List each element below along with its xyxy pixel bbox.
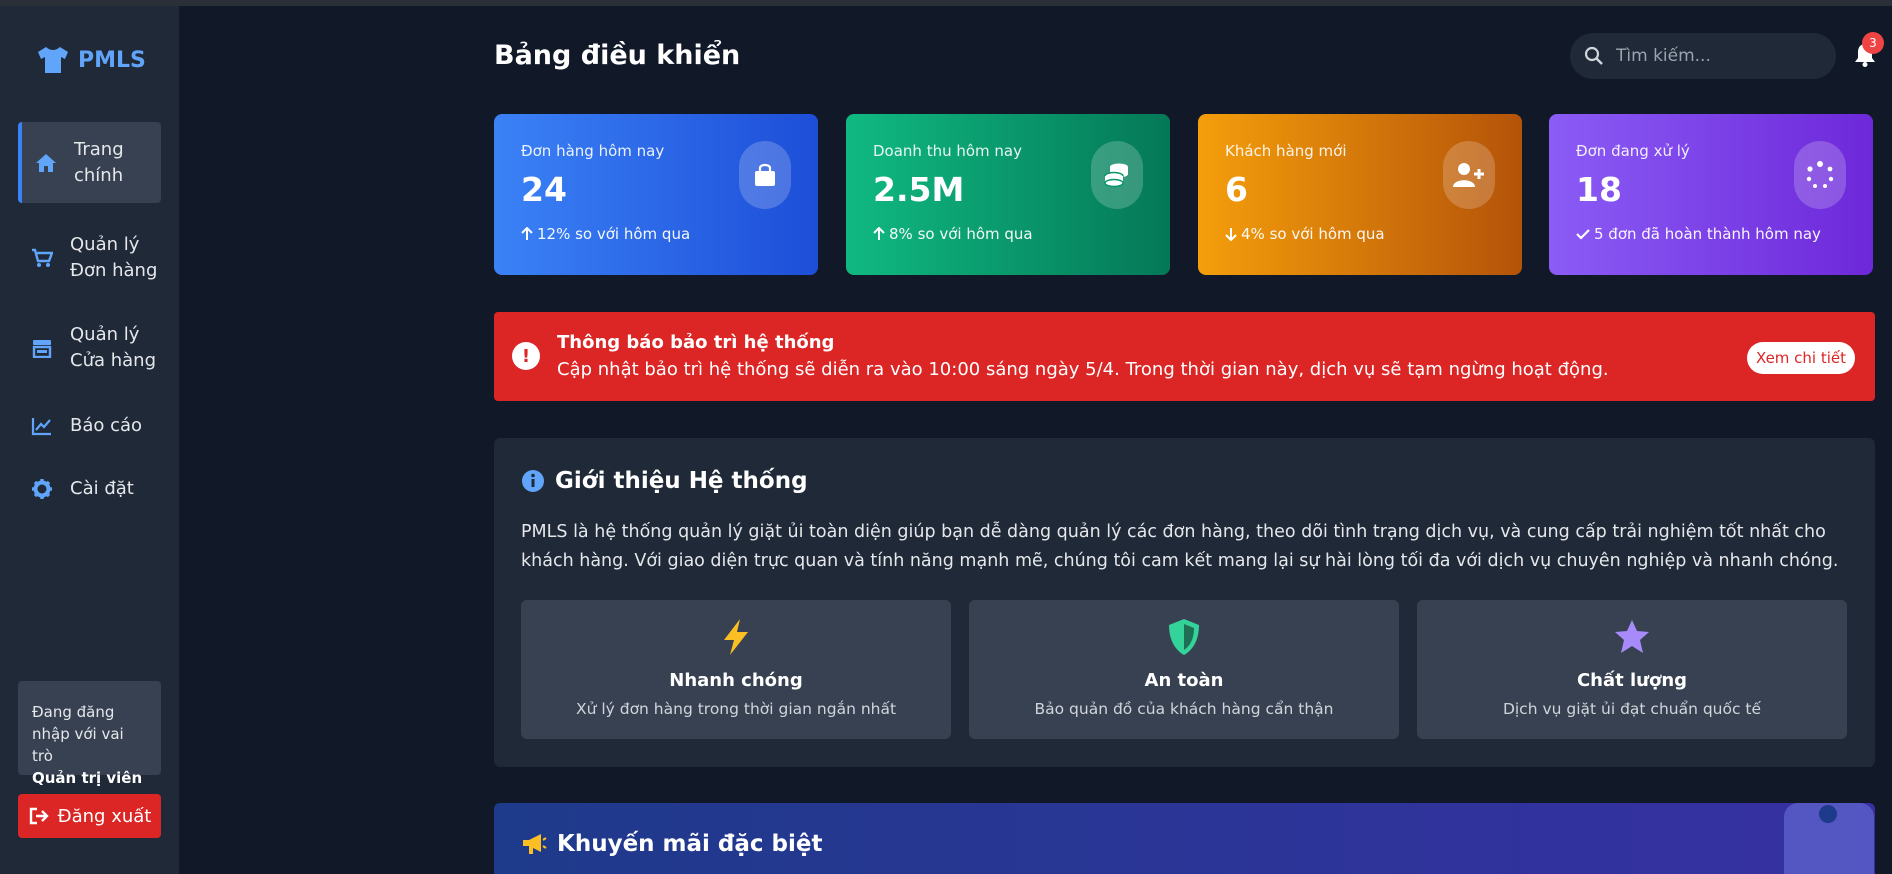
stat-card-new-customers[interactable]: Khách hàng mới 6 4% so với hôm qua [1198,114,1522,275]
stat-change: 8% so với hôm qua [873,225,1170,243]
app-logo[interactable]: PMLS [36,46,146,74]
info-circle-icon [522,470,544,492]
cart-icon [30,246,54,270]
stat-change: 4% so với hôm qua [1225,225,1522,243]
sign-out-icon [29,807,49,825]
sidebar-item-label: Quản lý Cửa hàng [70,324,157,371]
search-input[interactable] [1616,46,1816,66]
sidebar-item-stores[interactable]: Quản lý Cửa hàng [18,318,161,378]
notification-badge: 3 [1862,32,1884,54]
stat-card-revenue-today[interactable]: Doanh thu hôm nay 2.5M 8% so với hôm qua [846,114,1170,275]
shopping-bag-icon [739,141,791,209]
gear-icon [30,477,54,501]
sidebar-item-reports[interactable]: Báo cáo [18,406,161,446]
stat-card-processing-orders[interactable]: Đơn đang xử lý 18 5 đơn đã hoàn thành hô… [1549,114,1873,275]
stat-card-orders-today[interactable]: Đơn hàng hôm nay 24 12% so với hôm qua [494,114,818,275]
arrow-down-icon [1225,228,1237,241]
feature-desc: Bảo quản đồ của khách hàng cẩn thận [1034,700,1334,718]
page-title: Bảng điều khiển [494,40,741,71]
logout-button[interactable]: Đăng xuất [18,794,161,838]
role-info: Đang đăng nhập với vai trò Quản trị viên [18,681,161,787]
feature-title: An toàn [1144,670,1224,691]
arrow-up-icon [873,227,885,240]
feature-desc: Dịch vụ giặt ủi đạt chuẩn quốc tế [1502,700,1762,718]
feature-card-fast: Nhanh chóng Xử lý đơn hàng trong thời gi… [521,600,951,739]
intro-title: Giới thiệu Hệ thống [555,468,808,494]
view-details-button[interactable]: Xem chi tiết [1747,342,1855,374]
sidebar-item-label: Báo cáo [70,415,143,436]
feature-title: Nhanh chóng [669,670,803,691]
check-icon [1576,229,1590,240]
exclamation-circle-icon: ! [512,342,540,370]
sidebar-item-home[interactable]: Trang chính [18,122,161,203]
search-box[interactable] [1570,33,1836,79]
search-icon [1584,46,1603,65]
arrow-up-icon [521,227,533,240]
promo-heading: Khuyến mãi đặc biệt [521,831,823,857]
alert-text: Cập nhật bảo trì hệ thống sẽ diễn ra vào… [557,359,1609,380]
logout-label: Đăng xuất [57,805,152,827]
special-promo-panel: Khuyến mãi đặc biệt [494,803,1875,874]
feature-card-safe: An toàn Bảo quản đồ của khách hàng cẩn t… [969,600,1399,739]
coins-icon [1091,141,1143,209]
alert-title: Thông báo bảo trì hệ thống [557,332,835,353]
promo-decoration-dot [1819,805,1837,823]
star-icon [1417,618,1847,658]
sidebar-item-settings[interactable]: Cài đặt [18,469,161,509]
intro-heading: Giới thiệu Hệ thống [521,468,808,494]
user-plus-icon [1443,141,1495,209]
promo-title: Khuyến mãi đặc biệt [557,831,823,857]
spinner-icon [1794,141,1846,209]
sidebar-item-label: Cài đặt [70,478,134,499]
role-text-line2: nhập với vai trò [32,725,124,765]
bolt-icon [521,618,951,658]
feature-desc: Xử lý đơn hàng trong thời gian ngắn nhất [575,700,897,718]
stat-change: 12% so với hôm qua [521,225,818,243]
maintenance-alert: ! Thông báo bảo trì hệ thống Cập nhật bả… [494,312,1875,401]
sidebar-item-label: Trang chính [74,138,124,186]
role-text-line1: Đang đăng [32,703,115,721]
tshirt-icon [38,47,68,73]
app-name: PMLS [78,47,146,73]
sidebar-item-label: Quản lý Đơn hàng [70,234,158,281]
system-intro-panel: Giới thiệu Hệ thống PMLS là hệ thống quả… [494,438,1875,767]
home-icon [34,151,58,175]
feature-title: Chất lượng [1576,670,1688,691]
sidebar-item-orders[interactable]: Quản lý Đơn hàng [18,228,161,288]
store-icon [30,336,54,360]
sidebar: PMLS Trang chính Quản lý Đơn hàng Quản lý C… [0,6,179,874]
shield-icon [969,618,1399,658]
stat-change: 5 đơn đã hoàn thành hôm nay [1576,225,1873,243]
chart-line-icon [30,414,54,438]
role-name: Quản trị viên [32,769,143,787]
window-top-strip [0,0,1892,6]
intro-text: PMLS là hệ thống quản lý giặt ủi toàn di… [521,522,1839,571]
feature-card-quality: Chất lượng Dịch vụ giặt ủi đạt chuẩn quố… [1417,600,1847,739]
megaphone-icon [523,834,547,854]
